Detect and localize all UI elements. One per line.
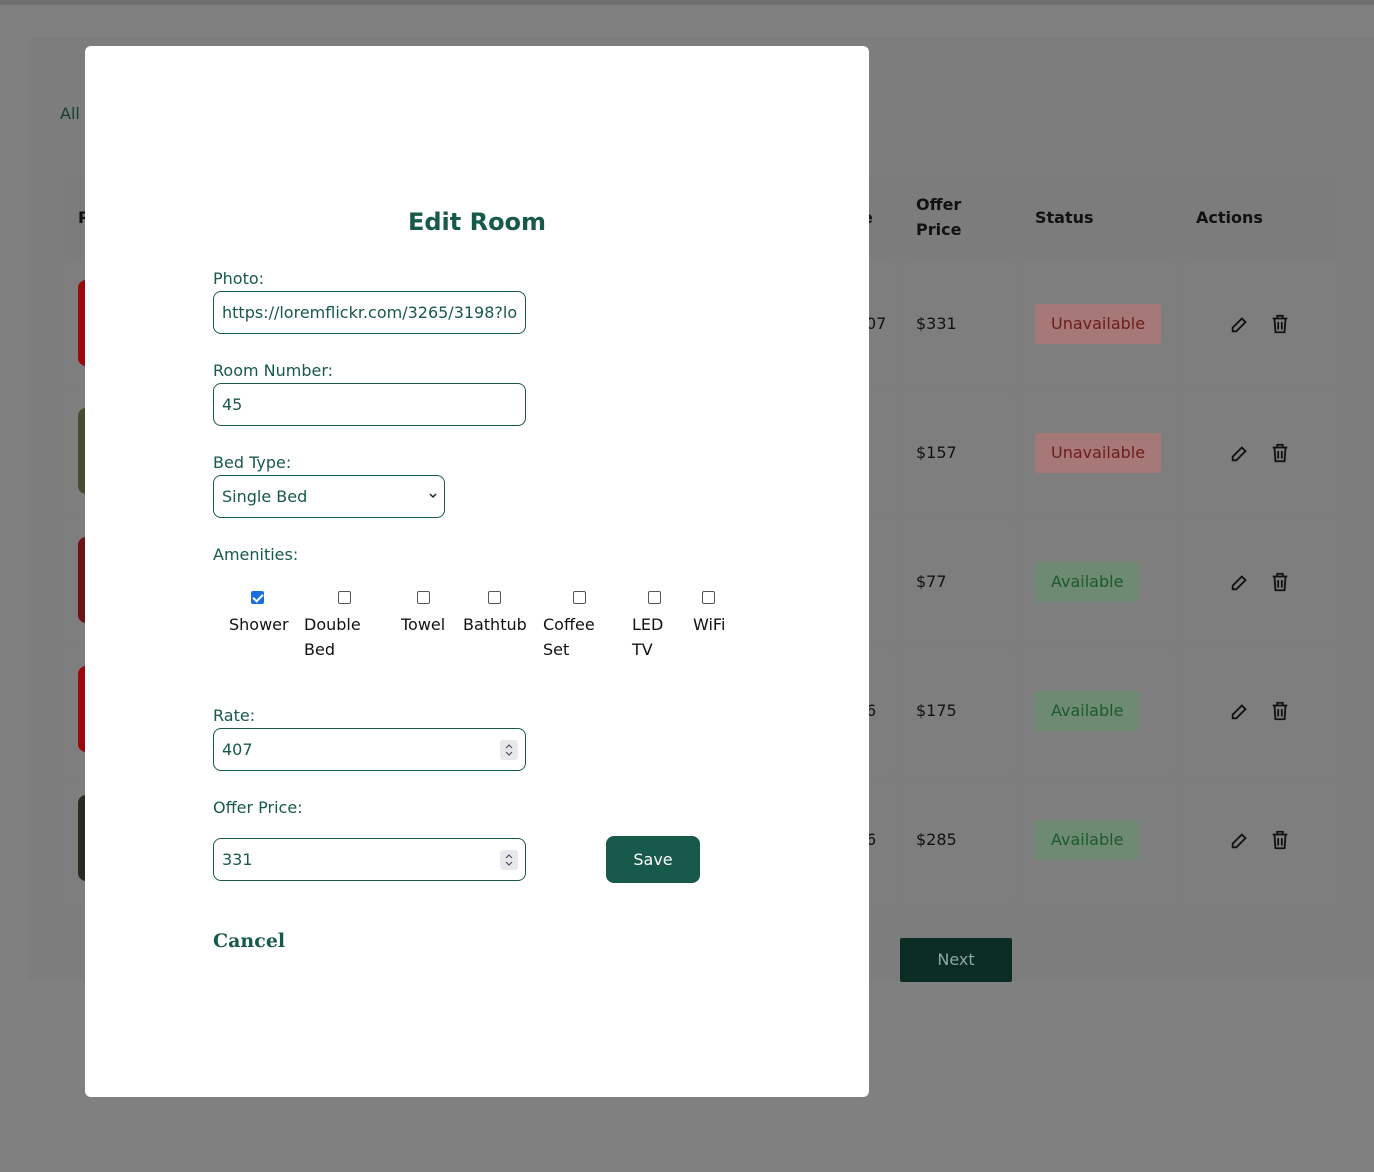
edit-icon[interactable] <box>1229 313 1251 335</box>
amenity-label: Double <box>304 615 361 634</box>
amenity-label: TV <box>632 640 653 659</box>
rate-label: Rate: <box>213 706 256 725</box>
status-badge: Unavailable <box>1035 433 1162 473</box>
edit-room-modal: Edit Room Photo: https://loremflickr.com… <box>85 46 869 1097</box>
row-offer-price: $175 <box>916 701 957 720</box>
amenity-checkbox-bathtub[interactable] <box>488 591 501 604</box>
edit-icon[interactable] <box>1229 442 1251 464</box>
bed-type-label: Bed Type: <box>213 453 292 472</box>
status-badge: Available <box>1035 820 1140 860</box>
row-offer-price: $331 <box>916 314 957 333</box>
cancel-button[interactable]: Cancel <box>213 930 285 952</box>
amenity-checkbox-wifi[interactable] <box>702 591 715 604</box>
photo-label: Photo: <box>213 269 265 288</box>
table-cell <box>1180 391 1340 517</box>
amenity-label: Towel <box>401 615 446 634</box>
amenities-label: Amenities: <box>213 545 299 564</box>
amenity-label: WiFi <box>693 615 726 634</box>
room-number-label: Room Number: <box>213 361 334 380</box>
amenity-checkbox-double-bed[interactable] <box>338 591 351 604</box>
rate-value: 407 <box>222 740 253 759</box>
bed-type-select[interactable]: Single Bed <box>213 475 445 518</box>
amenity-label: Set <box>543 640 570 659</box>
amenity-label: Shower <box>229 615 289 634</box>
bed-type-value: Single Bed <box>222 487 308 506</box>
number-spinner-icon[interactable] <box>500 740 518 760</box>
trash-icon[interactable] <box>1269 829 1291 851</box>
save-button[interactable]: Save <box>606 836 700 883</box>
trash-icon[interactable] <box>1269 313 1291 335</box>
trash-icon[interactable] <box>1269 700 1291 722</box>
header-status: Status <box>1035 208 1094 227</box>
table-cell <box>1180 520 1340 646</box>
table-cell <box>1180 649 1340 775</box>
amenity-label: LED <box>632 615 664 634</box>
room-number-input[interactable]: 45 <box>213 383 526 426</box>
offer-price-value: 331 <box>222 850 253 869</box>
edit-icon[interactable] <box>1229 829 1251 851</box>
photo-url-input[interactable]: https://loremflickr.com/3265/3198?lo <box>213 291 526 334</box>
row-rate: 07 <box>866 314 887 333</box>
status-badge: Available <box>1035 691 1140 731</box>
table-cell <box>1180 778 1340 904</box>
number-spinner-icon[interactable] <box>500 850 518 870</box>
top-bar <box>0 0 1374 5</box>
trash-icon[interactable] <box>1269 571 1291 593</box>
amenity-checkbox-shower[interactable] <box>251 591 264 604</box>
amenity-label: Bed <box>304 640 335 659</box>
edit-icon[interactable] <box>1229 700 1251 722</box>
offer-price-label: Offer Price: <box>213 798 303 817</box>
edit-icon[interactable] <box>1229 571 1251 593</box>
table-cell <box>1180 262 1340 388</box>
row-offer-price: $157 <box>916 443 957 462</box>
chevron-down-icon <box>429 493 437 499</box>
amenity-checkbox-led-tv[interactable] <box>648 591 661 604</box>
amenity-checkbox-towel[interactable] <box>417 591 430 604</box>
modal-title: Edit Room <box>407 208 547 236</box>
amenity-label: Coffee <box>543 615 595 634</box>
trash-icon[interactable] <box>1269 442 1291 464</box>
row-offer-price: $77 <box>916 572 947 591</box>
offer-price-input[interactable]: 331 <box>213 838 526 881</box>
amenity-label: Bathtub <box>463 615 527 634</box>
amenity-checkbox-coffee-set[interactable] <box>573 591 586 604</box>
header-offer-price: Offer Price <box>916 195 962 239</box>
header-actions: Actions <box>1196 208 1263 227</box>
row-offer-price: $285 <box>916 830 957 849</box>
next-page-button[interactable]: Next <box>900 938 1012 982</box>
rate-input[interactable]: 407 <box>213 728 526 771</box>
status-badge: Unavailable <box>1035 304 1162 344</box>
status-badge: Available <box>1035 562 1140 602</box>
